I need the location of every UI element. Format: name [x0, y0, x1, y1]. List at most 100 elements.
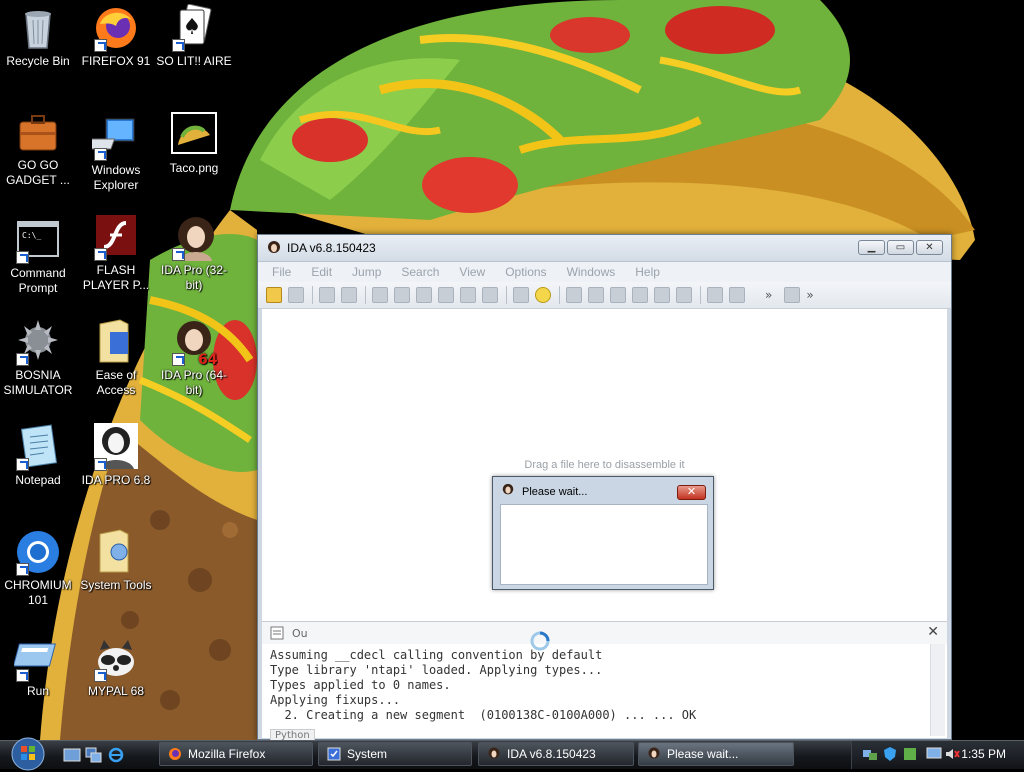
toolbar-button[interactable] [416, 287, 432, 303]
toolbar: » » [258, 282, 951, 309]
menu-edit[interactable]: Edit [311, 265, 332, 279]
desktop-icon-solitaire[interactable]: SO LIT!! AIRE [156, 3, 232, 69]
desktop-icon-ida-pro-64[interactable]: 64 IDA Pro (64-bit) [156, 318, 232, 398]
output-scrollbar[interactable] [930, 644, 945, 736]
toolbar-button[interactable] [588, 287, 604, 303]
output-line: Types applied to 0 names. [270, 678, 451, 692]
shortcut-arrow-icon [16, 353, 29, 366]
ida-titlebar[interactable]: IDA v6.8.150423 ▁ ▭ ✕ [258, 235, 951, 262]
ida-portrait-icon [488, 747, 500, 759]
shortcut-arrow-icon [172, 39, 185, 52]
desktop-icon-flash-player[interactable]: FLASH PLAYER P... [78, 213, 154, 293]
menu-view[interactable]: View [459, 265, 485, 279]
toolbar-separator [506, 286, 507, 304]
toolbar-button[interactable] [394, 287, 410, 303]
taskbar-item-system[interactable]: System [318, 742, 472, 766]
output-line: Assuming __cdecl calling convention by d… [270, 648, 603, 662]
menu-file[interactable]: File [272, 265, 291, 279]
back-icon[interactable] [319, 287, 335, 303]
recycle-bin-icon [14, 4, 62, 52]
shortcut-arrow-icon [94, 148, 107, 161]
dialog-body [500, 504, 708, 585]
desktop-icon-label: GO GO GADGET ... [6, 158, 70, 187]
menu-options[interactable]: Options [505, 265, 546, 279]
forward-icon[interactable] [341, 287, 357, 303]
toolbar-button[interactable] [513, 287, 529, 303]
start-button[interactable] [8, 736, 48, 772]
security-shield-icon[interactable] [882, 746, 898, 762]
switch-windows-icon[interactable] [85, 747, 103, 763]
terminal-icon: C:\_ [14, 216, 62, 264]
desktop-icon-mypal[interactable]: MYPAL 68 [78, 634, 154, 699]
desktop-icon-notepad[interactable]: Notepad [0, 423, 76, 488]
menu-windows[interactable]: Windows [567, 265, 616, 279]
drop-hint: Drag a file here to disassemble it [524, 459, 685, 471]
desktop-icon-label: BOSNIA SIMULATOR [3, 368, 73, 397]
desktop-icon-ida-pro-68[interactable]: IDA PRO 6.8 [78, 423, 154, 488]
desktop-icon-recycle-bin[interactable]: Recycle Bin [0, 4, 76, 69]
show-desktop-icon[interactable] [63, 747, 81, 763]
desktop-icon-ease-of-access[interactable]: Ease of Access [78, 318, 154, 398]
please-wait-dialog[interactable]: Please wait... ✕ [492, 476, 714, 590]
clock[interactable]: 1:35 PM [961, 747, 1006, 761]
desktop-icon-label: FLASH PLAYER P... [82, 263, 150, 292]
display-icon[interactable] [926, 746, 942, 762]
close-icon[interactable]: ✕ [927, 624, 939, 640]
menu-help[interactable]: Help [635, 265, 660, 279]
menu-search[interactable]: Search [401, 265, 439, 279]
spiked-ball-icon [14, 318, 62, 366]
toolbar-button[interactable] [632, 287, 648, 303]
dialog-titlebar[interactable]: Please wait... ✕ [493, 477, 713, 501]
save-icon[interactable] [288, 287, 304, 303]
shortcut-arrow-icon [16, 458, 29, 471]
taskbar-item-please-wait[interactable]: Please wait... [638, 742, 794, 766]
firefox-icon [92, 4, 140, 52]
menu-jump[interactable]: Jump [352, 265, 381, 279]
toolbar-button[interactable] [610, 287, 626, 303]
delete-icon[interactable] [676, 287, 692, 303]
toolbar-button[interactable] [438, 287, 454, 303]
task-label: IDA v6.8.150423 [507, 747, 596, 761]
volume-muted-icon[interactable] [944, 746, 960, 762]
output-window[interactable]: Ou ✕ Assuming __cdecl calling convention… [262, 621, 947, 741]
desktop-icon-gogo-gadget[interactable]: GO GO GADGET ... [0, 108, 76, 188]
toolbar-button[interactable] [784, 287, 801, 303]
network-icon[interactable] [862, 746, 878, 762]
desktop-icon-firefox[interactable]: FIREFOX 91 [78, 4, 154, 69]
toolbar-overflow-icon[interactable]: » [806, 288, 813, 302]
close-button[interactable]: ✕ [916, 240, 943, 255]
maximize-button[interactable]: ▭ [887, 240, 914, 255]
open-icon[interactable] [266, 287, 282, 303]
desktop-icon-taco-png[interactable]: Taco.png [156, 111, 232, 176]
playing-card-icon [170, 3, 218, 52]
system-icon [327, 747, 341, 761]
stop-icon[interactable] [729, 287, 745, 303]
desktop-icon-bosnia-simulator[interactable]: BOSNIA SIMULATOR [0, 318, 76, 398]
menubar: File Edit Jump Search View Options Windo… [258, 262, 951, 282]
toolbar-button[interactable] [566, 287, 582, 303]
desktop-icon-chromium[interactable]: CHROMIUM 101 [0, 528, 76, 608]
desktop-icon-label: IDA PRO 6.8 [81, 473, 151, 487]
taskbar-item-firefox[interactable]: Mozilla Firefox [159, 742, 313, 766]
taskbar-item-ida[interactable]: IDA v6.8.150423 [478, 742, 634, 766]
output-tab-label[interactable]: Ou [292, 627, 308, 640]
tray-app-icon[interactable] [902, 746, 918, 762]
desktop-icon-label: MYPAL 68 [87, 684, 145, 698]
shortcut-arrow-icon [16, 251, 29, 264]
download-icon[interactable] [460, 287, 476, 303]
toolbar-button[interactable] [482, 287, 498, 303]
desktop-icon-system-tools[interactable]: System Tools [78, 528, 154, 593]
desktop-icon-windows-explorer[interactable]: Windows Explorer [78, 113, 154, 193]
desktop-icon-command-prompt[interactable]: C:\_ Command Prompt [0, 216, 76, 296]
toolbar-button[interactable] [654, 287, 670, 303]
desktop-icon-run[interactable]: Run [0, 634, 76, 699]
play-icon[interactable] [707, 287, 723, 303]
desktop-icon-label: System Tools [80, 578, 152, 592]
minimize-button[interactable]: ▁ [858, 240, 885, 255]
light-icon[interactable] [535, 287, 551, 303]
close-button[interactable]: ✕ [677, 485, 706, 500]
desktop-icon-ida-pro-32[interactable]: IDA Pro (32-bit) [156, 213, 232, 293]
toolbar-overflow-icon[interactable]: » [765, 288, 772, 302]
internet-explorer-icon[interactable] [107, 747, 125, 763]
toolbar-button[interactable] [372, 287, 388, 303]
